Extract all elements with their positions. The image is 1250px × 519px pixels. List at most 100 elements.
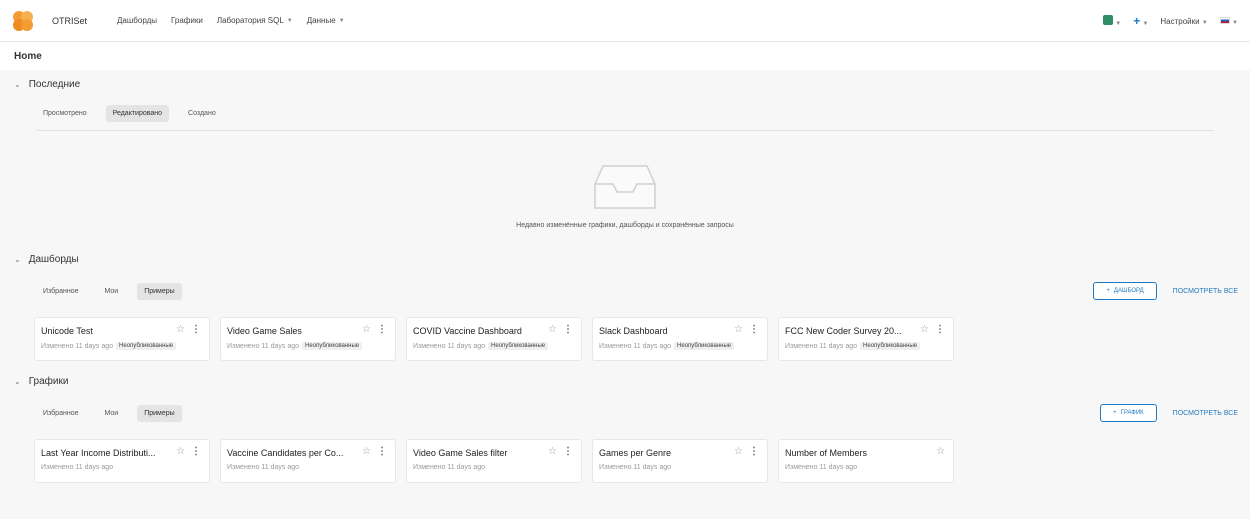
settings-menu[interactable]: Настройки ▼ [1160, 17, 1207, 26]
chart-card[interactable]: Number of Members Изменено 11 days ago ☆ [778, 439, 954, 483]
dashboard-card[interactable]: FCC New Coder Survey 20... Изменено 11 d… [778, 317, 954, 361]
chart-card[interactable]: Games per Genre Изменено 11 days ago ☆ ⋮ [592, 439, 768, 483]
more-vertical-icon[interactable]: ⋮ [377, 324, 387, 335]
card-actions: ☆ ⋮ [176, 324, 201, 335]
card-meta: Изменено 11 days ago Неопубликованные [785, 342, 947, 350]
otriset-logo-icon[interactable] [12, 10, 34, 32]
card-meta: Изменено 11 days ago [413, 464, 575, 471]
section-title: Дашборды [28, 253, 79, 265]
card-meta: Изменено 11 days ago [227, 464, 389, 471]
star-icon[interactable]: ☆ [362, 324, 371, 335]
charts-section-header[interactable]: ⌄ Графики [0, 367, 1250, 395]
card-meta: Изменено 11 days ago Неопубликованные [227, 342, 389, 350]
card-title[interactable]: Video Game Sales filter [413, 448, 543, 458]
star-icon[interactable]: ☆ [548, 324, 557, 335]
view-all-charts-link[interactable]: ПОСМОТРЕТЬ ВСЕ [1173, 410, 1238, 417]
add-chart-button[interactable]: + ГРАФИК [1100, 404, 1157, 422]
dashboard-cards: Unicode Test Изменено 11 days ago Неопубл… [0, 317, 1250, 361]
page-title-bar: Home [0, 42, 1250, 70]
tab-examples[interactable]: Примеры [137, 404, 182, 422]
star-icon[interactable]: ☆ [548, 446, 557, 457]
chart-card[interactable]: Vaccine Candidates per Co... Изменено 11… [220, 439, 396, 483]
tab-favorites[interactable]: Избранное [36, 283, 85, 300]
star-icon[interactable]: ☆ [734, 446, 743, 457]
chart-card[interactable]: Last Year Income Distributi... Изменено … [34, 439, 210, 483]
language-menu[interactable]: ▼ [1219, 16, 1238, 26]
nav-item-dashboards[interactable]: Дашборды [117, 16, 157, 25]
status-badge: Неопубликованные [674, 342, 735, 350]
nav-item-sql-lab[interactable]: Лаборатория SQL ▼ [217, 16, 293, 25]
modified-text: Изменено 11 days ago [413, 464, 486, 471]
card-title[interactable]: Slack Dashboard [599, 326, 729, 336]
dashboard-card[interactable]: Unicode Test Изменено 11 days ago Неопубл… [34, 317, 210, 361]
card-meta: Изменено 11 days ago Неопубликованные [413, 342, 575, 350]
star-icon[interactable]: ☆ [734, 324, 743, 335]
tab-mine[interactable]: Мои [97, 405, 125, 422]
dashboards-tabs-row: Избранное Мои Примеры + ДАШБОРД ПОСМОТРЕТ… [0, 273, 1250, 309]
modified-text: Изменено 11 days ago [599, 342, 672, 350]
card-title[interactable]: Unicode Test [41, 326, 171, 336]
section-title: Последние [28, 78, 81, 90]
button-label: ГРАФИК [1120, 410, 1144, 416]
card-title[interactable]: Vaccine Candidates per Co... [227, 448, 357, 458]
more-vertical-icon[interactable]: ⋮ [749, 324, 759, 335]
chevron-down-icon: ⌄ [14, 376, 21, 386]
view-all-dashboards-link[interactable]: ПОСМОТРЕТЬ ВСЕ [1173, 288, 1238, 295]
star-icon[interactable]: ☆ [176, 446, 185, 457]
more-vertical-icon[interactable]: ⋮ [377, 446, 387, 457]
status-badge: Неопубликованные [116, 342, 177, 350]
star-icon[interactable]: ☆ [176, 324, 185, 335]
tab-created[interactable]: Создано [181, 105, 223, 122]
tab-edited[interactable]: Редактировано [105, 104, 170, 122]
plus-icon: + [1106, 288, 1110, 294]
card-actions: ☆ ⋮ [176, 446, 201, 457]
status-badge: Неопубликованные [488, 342, 549, 350]
star-icon[interactable]: ☆ [362, 446, 371, 457]
charts-tabs-row: Избранное Мои Примеры + ГРАФИК ПОСМОТРЕТЬ… [0, 395, 1250, 431]
settings-label: Настройки [1160, 16, 1200, 26]
nav-item-data[interactable]: Данные ▼ [307, 16, 345, 25]
more-vertical-icon[interactable]: ⋮ [749, 446, 759, 457]
star-icon[interactable]: ☆ [936, 446, 945, 457]
dashboard-card[interactable]: Video Game Sales Изменено 11 days ago Нео… [220, 317, 396, 361]
more-vertical-icon[interactable]: ⋮ [191, 324, 201, 335]
dashboard-card[interactable]: COVID Vaccine Dashboard Изменено 11 days… [406, 317, 582, 361]
tab-viewed[interactable]: Просмотрено [36, 105, 94, 122]
more-vertical-icon[interactable]: ⋮ [563, 446, 573, 457]
upload-menu-button[interactable]: ▼ [1103, 15, 1121, 27]
top-navbar: OTRISet Дашборды Графики Лаборатория SQL… [0, 0, 1250, 42]
dashboard-card[interactable]: Slack Dashboard Изменено 11 days ago Неоп… [592, 317, 768, 361]
dashboards-section-header[interactable]: ⌄ Дашборды [0, 245, 1250, 273]
card-title[interactable]: COVID Vaccine Dashboard [413, 326, 543, 336]
new-menu-button[interactable]: + ▼ [1133, 14, 1148, 28]
card-title[interactable]: Video Game Sales [227, 326, 357, 336]
nav-item-label: Лаборатория SQL [216, 16, 284, 25]
brand-name[interactable]: OTRISet [52, 16, 87, 26]
card-title[interactable]: Last Year Income Distributi... [41, 448, 171, 458]
tab-favorites[interactable]: Избранное [36, 405, 85, 422]
chart-card[interactable]: Video Game Sales filter Изменено 11 days… [406, 439, 582, 483]
recent-section-header[interactable]: ⌄ Последние [0, 70, 1250, 98]
chevron-down-icon: ▼ [286, 17, 293, 24]
chevron-down-icon: ▼ [1115, 21, 1122, 27]
tab-mine[interactable]: Мои [97, 283, 125, 300]
modified-text: Изменено 11 days ago [785, 342, 858, 350]
nav-item-charts[interactable]: Графики [171, 16, 203, 25]
database-icon [1103, 15, 1113, 25]
card-title[interactable]: Number of Members [785, 448, 915, 458]
plus-icon: + [1113, 410, 1117, 416]
navbar-right: ▼ + ▼ Настройки ▼ ▼ [1103, 0, 1238, 42]
more-vertical-icon[interactable]: ⋮ [191, 446, 201, 457]
more-vertical-icon[interactable]: ⋮ [935, 324, 945, 335]
add-dashboard-button[interactable]: + ДАШБОРД [1093, 282, 1157, 300]
card-title[interactable]: FCC New Coder Survey 20... [785, 326, 915, 336]
modified-text: Изменено 11 days ago [41, 464, 114, 471]
more-vertical-icon[interactable]: ⋮ [563, 324, 573, 335]
tab-examples[interactable]: Примеры [137, 282, 182, 300]
star-icon[interactable]: ☆ [920, 324, 929, 335]
card-title[interactable]: Games per Genre [599, 448, 729, 458]
modified-text: Изменено 11 days ago [599, 464, 672, 471]
chevron-down-icon: ⌄ [14, 254, 21, 264]
card-meta: Изменено 11 days ago Неопубликованные [599, 342, 761, 350]
button-label: ДАШБОРД [1113, 288, 1144, 294]
